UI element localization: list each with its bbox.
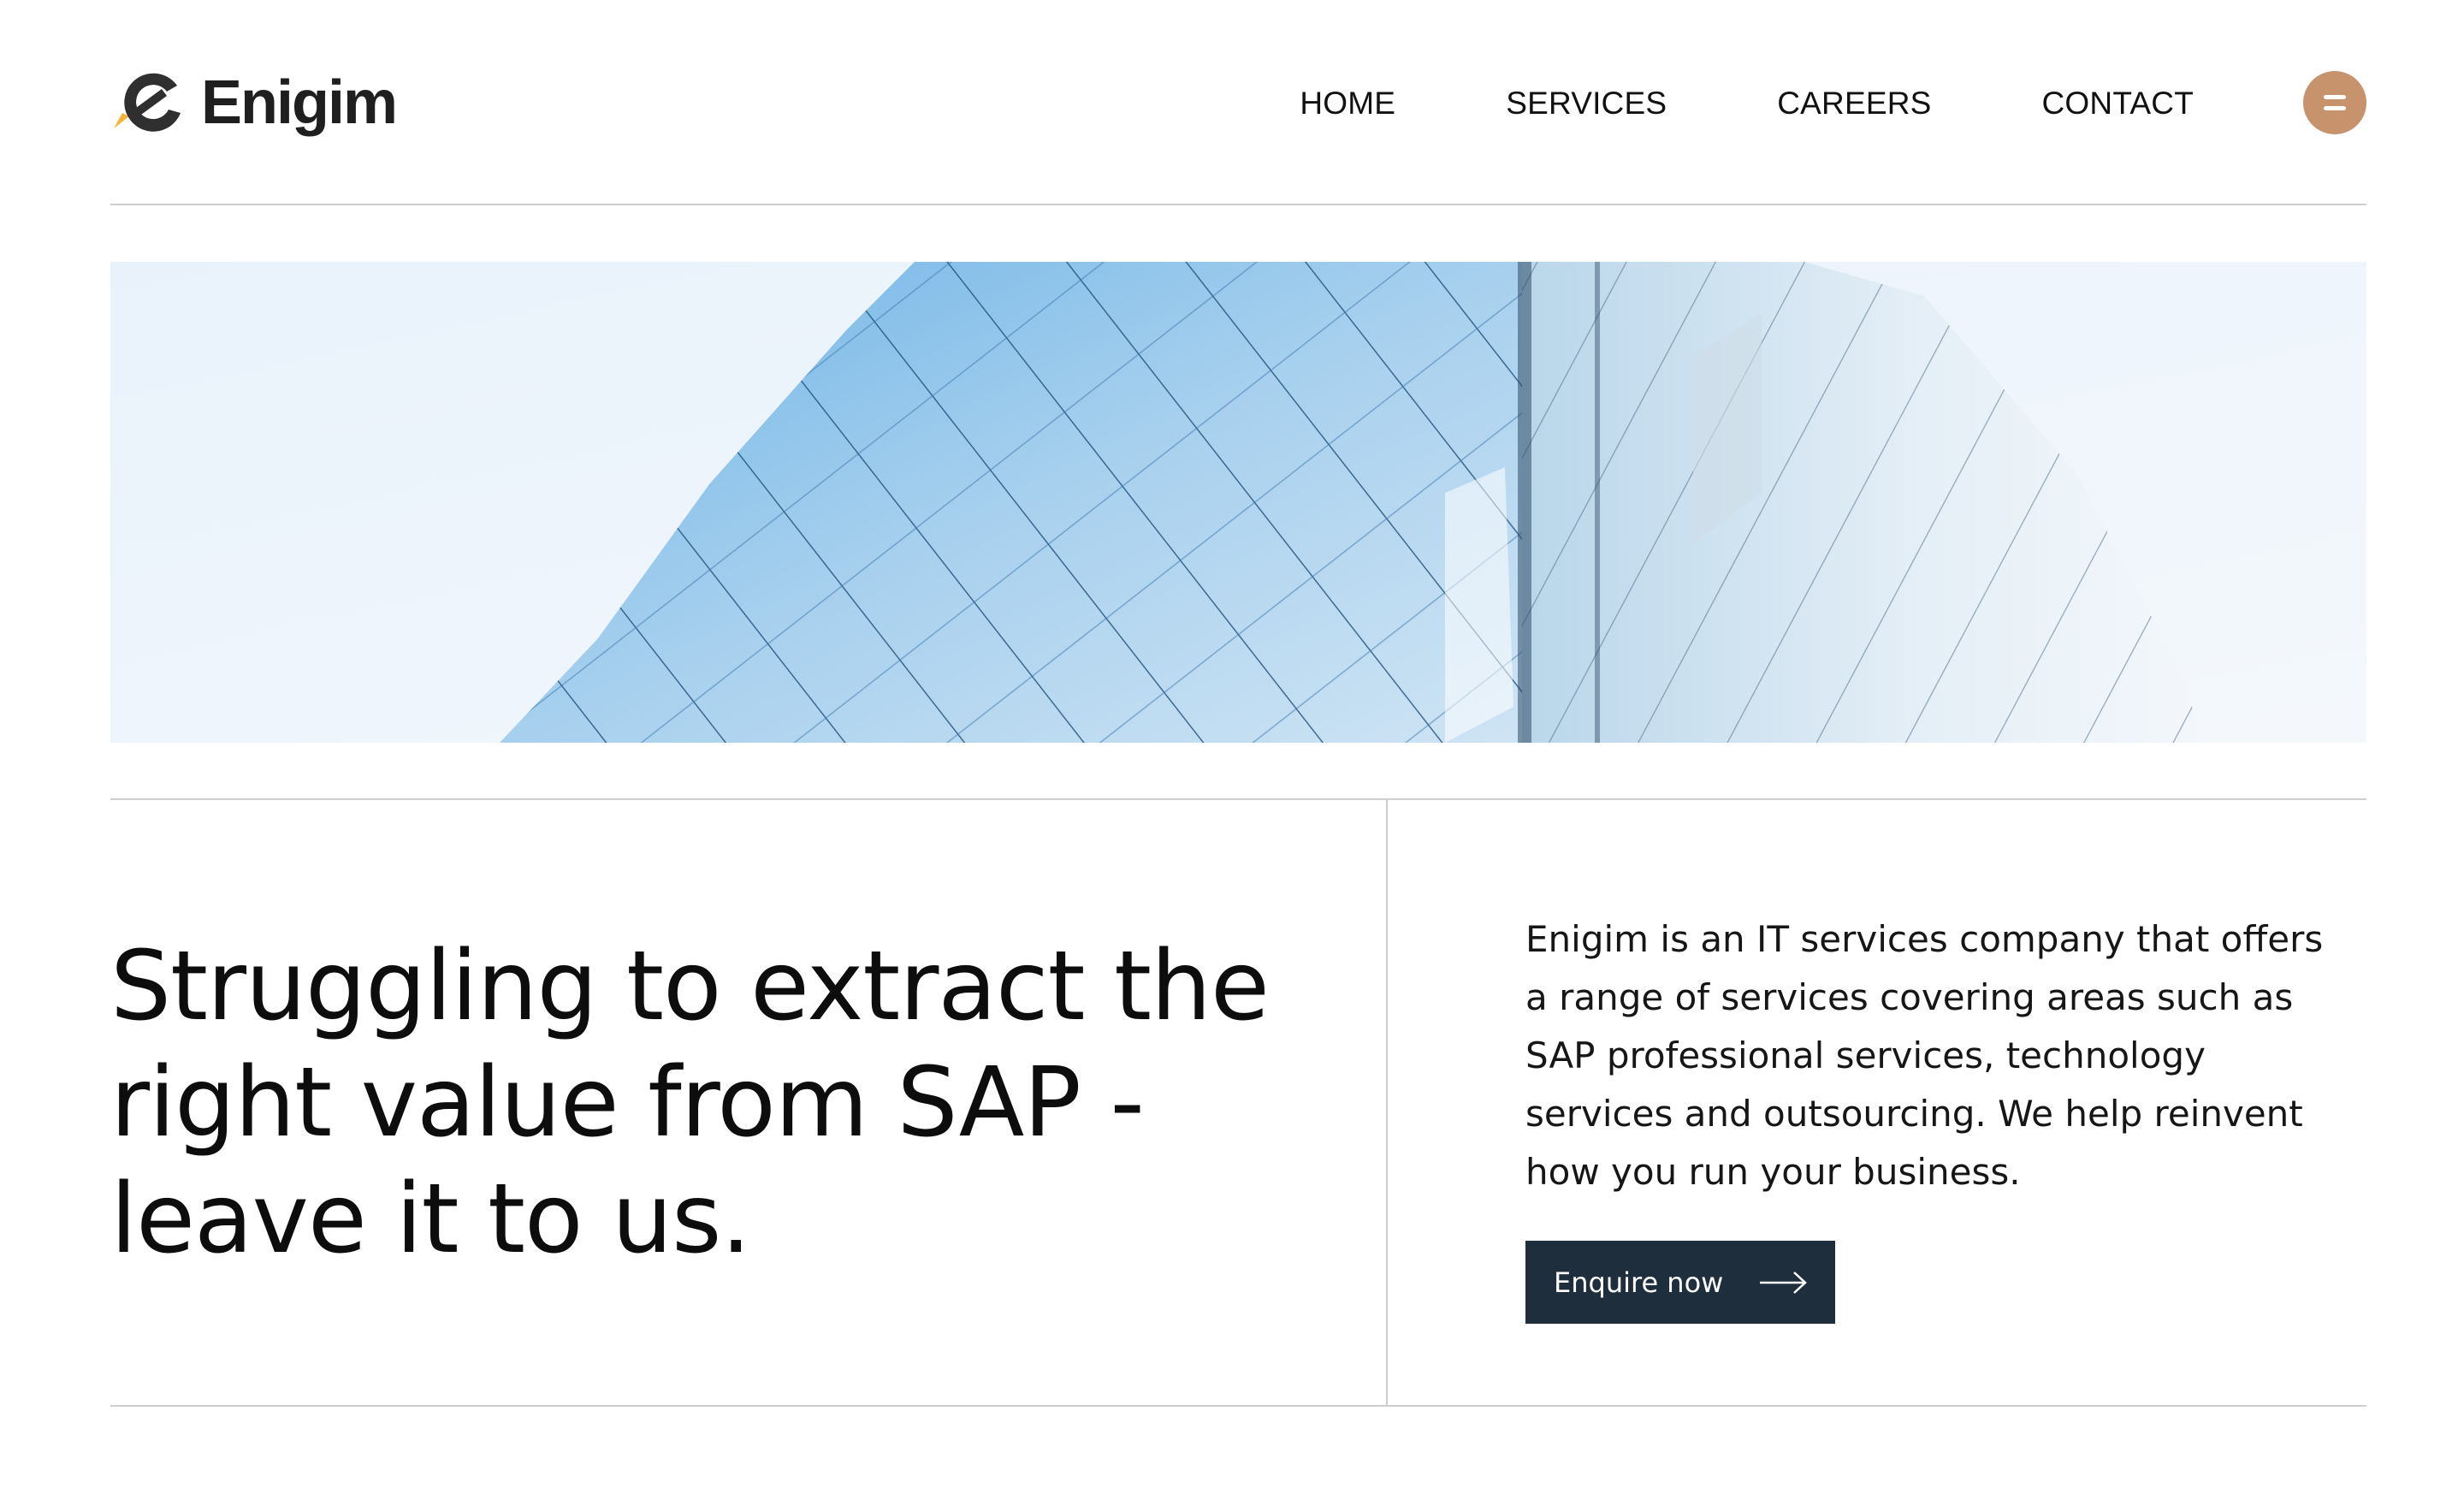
- company-description: Enigim is an IT services company that of…: [1525, 918, 2324, 1193]
- hero-headline: Struggling to extract the right value fr…: [110, 931, 1270, 1275]
- enquire-now-label: Enquire now: [1554, 1266, 1724, 1299]
- hero-divider: [110, 798, 2366, 800]
- hero-image: [110, 262, 2366, 743]
- brand-name: Enigim: [201, 68, 398, 137]
- brand-logo[interactable]: Enigim: [110, 62, 398, 144]
- nav-contact[interactable]: CONTACT: [2042, 87, 2194, 119]
- e-swoosh-logo-icon: [114, 73, 181, 132]
- nav-careers[interactable]: CAREERS: [1777, 87, 1931, 119]
- nav-home[interactable]: HOME: [1300, 87, 1395, 119]
- glass-building-illustration: [110, 262, 2366, 743]
- menu-icon-bar: [2324, 106, 2346, 110]
- footer-divider: [110, 1405, 2366, 1407]
- arrow-right-icon: [1760, 1272, 1807, 1294]
- header-divider: [110, 204, 2366, 205]
- enquire-now-button[interactable]: Enquire now: [1525, 1241, 1835, 1324]
- nav-services[interactable]: SERVICES: [1506, 87, 1667, 119]
- column-divider: [1386, 799, 1388, 1405]
- menu-button[interactable]: [2303, 71, 2366, 134]
- main-nav: HOME SERVICES CAREERS CONTACT: [1300, 51, 2366, 154]
- site-header: Enigim HOME SERVICES CAREERS CONTACT: [110, 51, 2366, 154]
- menu-icon: [2324, 95, 2346, 99]
